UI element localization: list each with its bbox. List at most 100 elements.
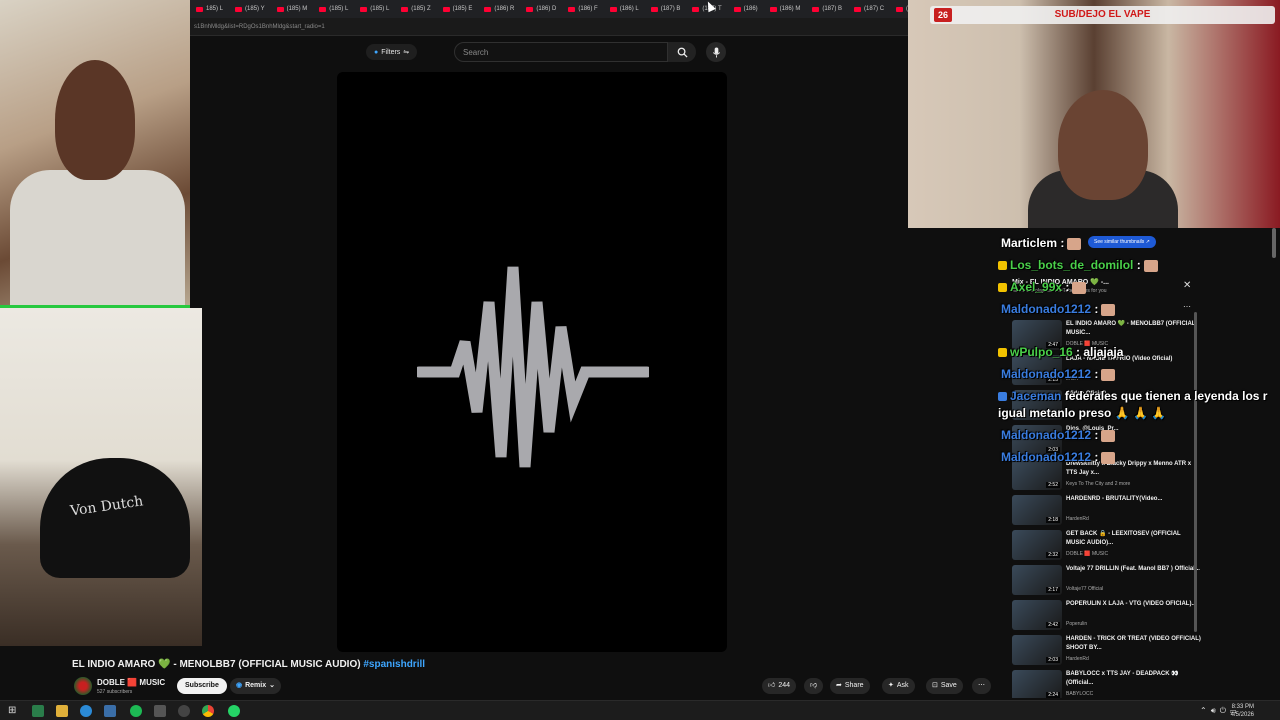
browser-tab[interactable]: (186) R: [478, 6, 520, 12]
more-options-icon[interactable]: ⋯: [1183, 302, 1191, 311]
more-actions-button[interactable]: ⋯: [972, 678, 991, 694]
mix-header[interactable]: Mix - EL INDIO AMARO 💚 -... Mixes are pl…: [1012, 278, 1182, 294]
video-thumbnail[interactable]: 2:47: [1012, 320, 1062, 350]
edge-browser-icon[interactable]: [80, 705, 92, 717]
close-icon[interactable]: ✕: [1183, 280, 1191, 291]
browser-tab[interactable]: (187) B: [645, 6, 687, 12]
related-video-item[interactable]: 2:18 HARDENRD - BRUTALITY(Video... HardenR…: [1012, 495, 1202, 529]
video-thumbnail[interactable]: 2:18: [1012, 495, 1062, 525]
related-video-channel[interactable]: DOBLE 🟥 MUSIC: [1066, 341, 1108, 347]
related-video-item[interactable]: 2:58 (Video Oficial): [1012, 390, 1202, 424]
chrome-icon[interactable]: [202, 705, 214, 717]
channel-avatar[interactable]: [74, 677, 92, 695]
related-video-channel[interactable]: DOBLE 🟥 MUSIC: [1066, 551, 1108, 557]
related-video-item[interactable]: 2:15 LAJA - NADIE TA FRIO (Video Oficial)…: [1012, 355, 1202, 389]
video-thumbnail[interactable]: 2:15: [1012, 355, 1062, 385]
address-bar[interactable]: s1BnhMldg&list=RDgOs1BnhMldg&start_radio…: [190, 18, 908, 36]
spotify-icon[interactable]: [130, 705, 142, 717]
whatsapp-icon[interactable]: [228, 705, 240, 717]
browser-tab[interactable]: (186) M: [764, 6, 807, 12]
save-button[interactable]: ⊡ Save: [926, 678, 963, 694]
related-video-title[interactable]: Voltaje 77 DRILLIN (Feat. Manol BB7 ) Of…: [1066, 565, 1201, 574]
related-video-item[interactable]: 2:47 EL INDIO AMARO 💚 - MENOLBB7 (OFFICIA…: [1012, 320, 1202, 354]
related-video-title[interactable]: HARDENRD - BRUTALITY(Video...: [1066, 495, 1201, 504]
related-video-title[interactable]: EL INDIO AMARO 💚 - MENOLBB7 (OFFICIAL MU…: [1066, 320, 1201, 338]
related-video-channel[interactable]: LAJA: [1066, 376, 1078, 382]
related-video-channel[interactable]: HardenRd: [1066, 656, 1089, 662]
related-scrollbar[interactable]: [1194, 312, 1197, 632]
related-video-title[interactable]: (Video Oficial): [1066, 390, 1201, 399]
dislike-button[interactable]: 👎︎: [804, 678, 824, 694]
video-duration: 2:24: [1046, 692, 1060, 698]
ask-button[interactable]: ✦ Ask: [882, 678, 915, 694]
clock[interactable]: 8:33 PM 4/5/2026: [1231, 703, 1254, 719]
browser-tab[interactable]: (185) L: [313, 6, 354, 12]
related-video-item[interactable]: 2:03 Dios, @Louis_Pr...: [1012, 425, 1202, 459]
windows-start-icon[interactable]: ⊞: [8, 705, 20, 717]
related-video-title[interactable]: HARDEN - TRICK OR TREAT (VIDEO OFFICIAL)…: [1066, 635, 1201, 653]
browser-tab[interactable]: (187) B: [806, 6, 848, 12]
subscribe-button[interactable]: Subscribe: [177, 678, 227, 694]
video-thumbnail[interactable]: 2:17: [1012, 565, 1062, 595]
video-title: EL INDIO AMARO 💚 - MENOLBB7 (OFFICIAL MU…: [72, 659, 425, 670]
page-scrollbar[interactable]: [1272, 228, 1276, 258]
browser-tab[interactable]: (186) F: [562, 6, 603, 12]
like-button[interactable]: 👍︎ 244: [762, 678, 797, 694]
video-thumbnail[interactable]: 2:03: [1012, 425, 1062, 455]
browser-tab[interactable]: (185) E: [437, 6, 479, 12]
related-video-channel[interactable]: HardenRd: [1066, 516, 1089, 522]
browser-tab[interactable]: (187) G: [890, 6, 908, 12]
related-video-item[interactable]: 2:42 POPERULIN X LAJA - VTG (VIDEO OFICIA…: [1012, 600, 1202, 634]
channel-name[interactable]: DOBLE 🟥 MUSIC: [97, 678, 165, 687]
remix-button[interactable]: ◉ Remix ⌄: [230, 678, 281, 694]
related-video-channel[interactable]: Keys To The City and 2 more: [1066, 481, 1130, 487]
video-thumbnail[interactable]: 2:24: [1012, 670, 1062, 698]
browser-tab[interactable]: (185) Y: [229, 6, 271, 12]
browser-tab[interactable]: (185) M: [271, 6, 314, 12]
app-icon[interactable]: [154, 705, 166, 717]
browser-tab[interactable]: (186) L: [604, 6, 645, 12]
related-video-title[interactable]: Drewskifitty x Blacky Drippy x Menno ATR…: [1066, 460, 1201, 478]
related-video-title[interactable]: BABYLOCC x TTS JAY - DEADPACK 👀 (Officia…: [1066, 670, 1201, 688]
voice-search-button[interactable]: [706, 42, 726, 62]
related-video-item[interactable]: 2:24 BABYLOCC x TTS JAY - DEADPACK 👀 (Off…: [1012, 670, 1202, 698]
youtube-favicon-icon: [401, 6, 409, 12]
search-input[interactable]: Search: [454, 42, 668, 62]
filters-button[interactable]: ● Filters ⇋: [366, 44, 418, 60]
related-video-channel[interactable]: Voltaje77 Official: [1066, 586, 1103, 592]
hashtag-link[interactable]: #spanishdrill: [363, 659, 425, 670]
search-button[interactable]: [668, 42, 696, 62]
related-video-title[interactable]: POPERULIN X LAJA - VTG (VIDEO OFICIAL)..…: [1066, 600, 1201, 609]
related-video-title[interactable]: LAJA - NADIE TA FRIO (Video Oficial): [1066, 355, 1201, 364]
related-video-item[interactable]: 2:17 Voltaje 77 DRILLIN (Feat. Manol BB7 …: [1012, 565, 1202, 599]
related-videos-panel: See similar thumbnails ↗ Mix - EL INDIO …: [1000, 228, 1280, 698]
browser-tab[interactable]: (186): [728, 6, 764, 12]
browser-tab[interactable]: (187) C: [848, 6, 890, 12]
video-thumbnail[interactable]: 2:52: [1012, 460, 1062, 490]
browser-tab[interactable]: 185) L: [190, 6, 229, 12]
see-similar-thumbnails-button[interactable]: See similar thumbnails ↗: [1088, 236, 1156, 248]
share-button[interactable]: ➦ Share: [830, 678, 870, 694]
video-player[interactable]: [337, 72, 727, 652]
mail-icon[interactable]: [104, 705, 116, 717]
obs-icon[interactable]: [178, 705, 190, 717]
streamer-1-body: [10, 170, 185, 310]
browser-tab[interactable]: (186) D: [520, 6, 562, 12]
related-video-channel[interactable]: BABYLOCC: [1066, 691, 1093, 697]
browser-tab[interactable]: (185) Z: [395, 6, 436, 12]
related-video-item[interactable]: 2:52 Drewskifitty x Blacky Drippy x Menno…: [1012, 460, 1202, 494]
desktop-icon[interactable]: [32, 705, 44, 717]
related-video-channel[interactable]: Poperulin: [1066, 621, 1087, 627]
browser-tab[interactable]: (185) L: [354, 6, 395, 12]
video-thumbnail[interactable]: 2:42: [1012, 600, 1062, 630]
video-thumbnail[interactable]: 2:58: [1012, 390, 1062, 420]
related-video-item[interactable]: 2:03 HARDEN - TRICK OR TREAT (VIDEO OFFIC…: [1012, 635, 1202, 669]
file-explorer-icon[interactable]: [56, 705, 68, 717]
video-thumbnail[interactable]: 2:32: [1012, 530, 1062, 560]
thumbs-up-icon: 👍︎: [768, 682, 776, 689]
related-video-title[interactable]: GET BACK 🔒 - LEEXITOSEV (OFFICIAL MUSIC …: [1066, 530, 1201, 548]
related-video-item[interactable]: 2:32 GET BACK 🔒 - LEEXITOSEV (OFFICIAL MU…: [1012, 530, 1202, 564]
video-thumbnail[interactable]: 2:03: [1012, 635, 1062, 665]
sparkle-icon: ✦: [888, 682, 894, 689]
related-video-title[interactable]: Dios, @Louis_Pr...: [1066, 425, 1201, 434]
